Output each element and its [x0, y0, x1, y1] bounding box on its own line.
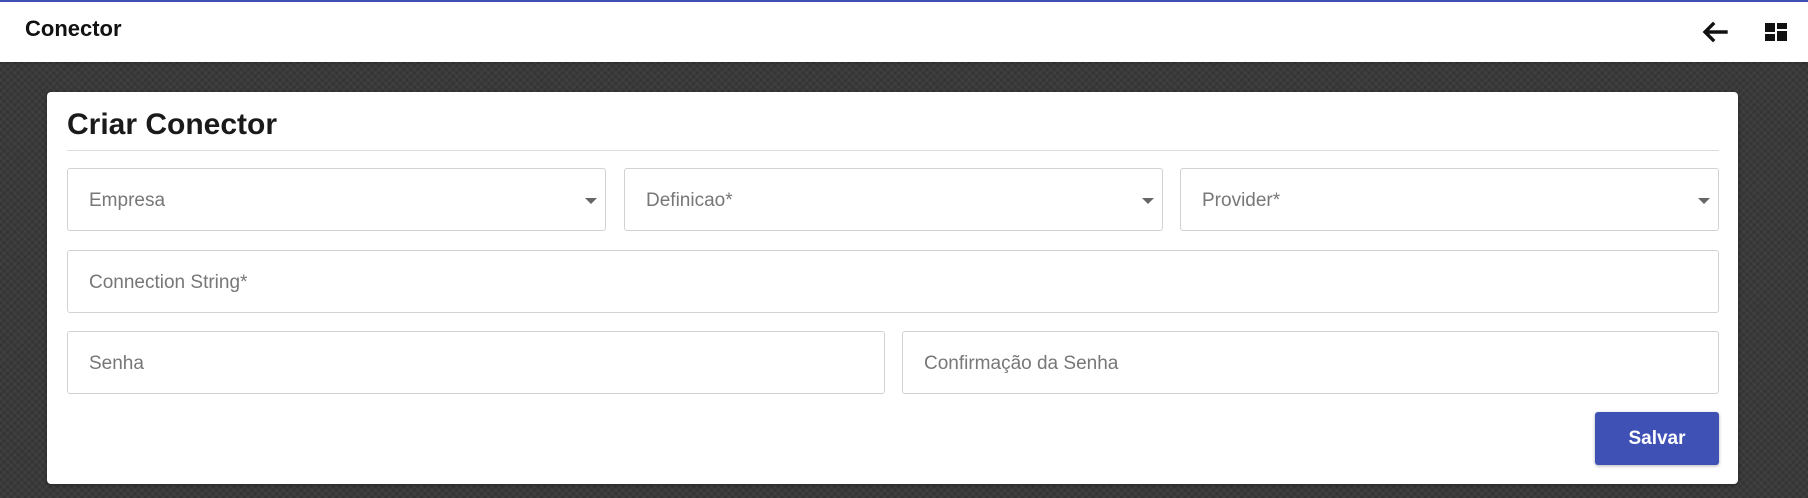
provider-select[interactable]: Provider*: [1180, 168, 1719, 231]
senha-input[interactable]: Senha: [67, 331, 885, 394]
chevron-down-icon: [1142, 198, 1154, 204]
definicao-placeholder: Definicao*: [646, 190, 733, 211]
chevron-down-icon: [585, 198, 597, 204]
dashboard-layout-icon[interactable]: [1762, 18, 1790, 46]
top-app-bar: Conector: [0, 0, 1808, 62]
confirmacao-senha-input[interactable]: Confirmação da Senha: [902, 331, 1719, 394]
arrow-left-icon[interactable]: [1700, 18, 1728, 46]
empresa-placeholder: Empresa: [89, 190, 166, 211]
definicao-select[interactable]: Definicao*: [624, 168, 1163, 231]
provider-placeholder: Provider*: [1202, 190, 1281, 211]
confirmacao-senha-placeholder: Confirmação da Senha: [924, 353, 1119, 374]
connection-string-placeholder: Connection String*: [89, 272, 248, 293]
create-connector-card: Criar Conector Empresa Definicao* Provid…: [47, 92, 1738, 484]
chevron-down-icon: [1698, 198, 1710, 204]
connection-string-input[interactable]: Connection String*: [67, 250, 1719, 313]
app-title: Conector: [25, 16, 122, 41]
page-title: Criar Conector: [67, 108, 278, 141]
senha-placeholder: Senha: [89, 353, 144, 374]
empresa-select[interactable]: Empresa: [67, 168, 606, 231]
save-button[interactable]: Salvar: [1595, 412, 1719, 465]
title-divider: [67, 150, 1719, 151]
